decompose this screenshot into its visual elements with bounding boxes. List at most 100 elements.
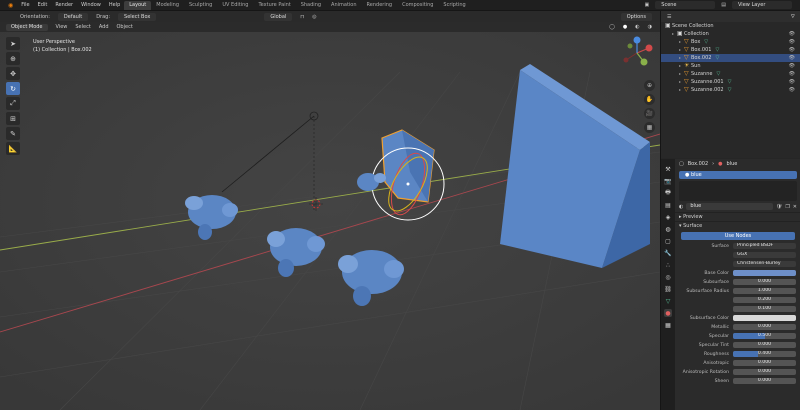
- view-layer-field[interactable]: View Layer: [732, 1, 792, 9]
- mode-dropdown[interactable]: Object Mode: [6, 23, 48, 31]
- tab-layout[interactable]: Layout: [124, 0, 152, 10]
- property-slider[interactable]: 0.000: [733, 323, 796, 331]
- property-slider[interactable]: 1.000: [733, 287, 796, 295]
- property-slider[interactable]: 0.100: [733, 305, 796, 313]
- tool-tab-icon[interactable]: ⚒: [664, 165, 672, 173]
- duplicate-material-icon[interactable]: ❐: [785, 204, 789, 210]
- unlink-material-icon[interactable]: ✕: [793, 204, 797, 210]
- scale-tool-icon[interactable]: ⤢: [6, 97, 20, 110]
- visibility-eye-icon[interactable]: 👁: [789, 62, 795, 70]
- perspective-toggle-icon[interactable]: ▦: [644, 122, 655, 133]
- tab-rendering[interactable]: Rendering: [362, 1, 398, 10]
- property-slider[interactable]: 0.000: [733, 368, 796, 376]
- material-name-field[interactable]: blue: [686, 203, 773, 210]
- view-layer-tab-icon[interactable]: ▤: [664, 201, 672, 209]
- outliner-item[interactable]: ▸ ▣ Collection 👁: [661, 30, 800, 38]
- transform-orientation-dropdown[interactable]: Global: [264, 12, 293, 21]
- visibility-eye-icon[interactable]: 👁: [789, 78, 795, 86]
- outliner-item[interactable]: ▸ ☀ Sun 👁: [661, 62, 800, 70]
- tab-compositing[interactable]: Compositing: [397, 1, 438, 10]
- material-slot[interactable]: ● blue: [679, 171, 797, 179]
- property-slider[interactable]: 0.000: [733, 341, 796, 349]
- property-slider[interactable]: 0.200: [733, 296, 796, 304]
- tab-texture-paint[interactable]: Texture Paint: [253, 1, 295, 10]
- filter-icon[interactable]: ⛛: [791, 14, 795, 20]
- drag-dropdown[interactable]: Select Box: [118, 12, 157, 21]
- outliner-item[interactable]: ▸ ▽ Box ▽ 👁: [661, 38, 800, 46]
- annotate-tool-icon[interactable]: ✎: [6, 127, 20, 140]
- material-tab-icon[interactable]: ●: [664, 309, 672, 317]
- visibility-eye-icon[interactable]: 👁: [789, 38, 795, 46]
- blender-logo-icon[interactable]: ◉: [4, 2, 17, 9]
- zoom-icon[interactable]: ⊕: [644, 80, 655, 91]
- output-tab-icon[interactable]: 🖶: [664, 189, 672, 197]
- tab-scripting[interactable]: Scripting: [438, 1, 470, 10]
- outliner-item[interactable]: ▸ ▽ Box.002 ▽ 👁: [661, 54, 800, 62]
- property-dropdown[interactable]: Principled BSDF: [733, 242, 796, 250]
- menu-file[interactable]: File: [17, 2, 33, 8]
- menu-render[interactable]: Render: [51, 2, 77, 8]
- menu-help[interactable]: Help: [105, 2, 124, 8]
- constraints-tab-icon[interactable]: ⛓: [664, 285, 672, 293]
- shading-rendered-icon[interactable]: ◑: [648, 24, 652, 30]
- tab-shading[interactable]: Shading: [296, 1, 326, 10]
- menu-select[interactable]: Select: [75, 24, 90, 30]
- visibility-eye-icon[interactable]: 👁: [789, 54, 795, 62]
- world-tab-icon[interactable]: ◍: [664, 225, 672, 233]
- measure-tool-icon[interactable]: 📐: [6, 142, 20, 155]
- outliner-scene-collection[interactable]: ▣ Scene Collection: [661, 22, 800, 30]
- visibility-eye-icon[interactable]: 👁: [789, 70, 795, 78]
- navigation-gizmo[interactable]: [620, 36, 654, 70]
- property-slider[interactable]: 0.000: [733, 377, 796, 385]
- property-slider[interactable]: 0.400: [733, 350, 796, 358]
- outliner-item[interactable]: ▸ ▽ Suzanne.002 ▽ 👁: [661, 86, 800, 94]
- proportional-edit-icon[interactable]: ◎: [312, 14, 316, 20]
- outliner-item[interactable]: ▸ ▽ Suzanne ▽ 👁: [661, 70, 800, 78]
- color-swatch[interactable]: [733, 314, 796, 322]
- use-nodes-button[interactable]: Use Nodes: [681, 232, 795, 240]
- menu-add[interactable]: Add: [99, 24, 109, 30]
- color-swatch[interactable]: [733, 269, 796, 277]
- tab-animation[interactable]: Animation: [326, 1, 362, 10]
- render-tab-icon[interactable]: 📷: [664, 177, 672, 185]
- data-tab-icon[interactable]: ▽: [664, 297, 672, 305]
- outliner-display-icon[interactable]: ☰: [667, 14, 671, 20]
- modifier-tab-icon[interactable]: 🔧: [664, 249, 672, 257]
- menu-view[interactable]: View: [56, 24, 68, 30]
- tab-modeling[interactable]: Modeling: [151, 1, 184, 10]
- scene-field[interactable]: Scene: [655, 1, 716, 9]
- scene-tab-icon[interactable]: ◈: [664, 213, 672, 221]
- material-slot-list[interactable]: [679, 181, 797, 201]
- transform-tool-icon[interactable]: ⊞: [6, 112, 20, 125]
- fake-user-icon[interactable]: 🛡: [776, 204, 782, 210]
- particles-tab-icon[interactable]: ∴: [664, 261, 672, 269]
- menu-object[interactable]: Object: [117, 24, 133, 30]
- select-tool-icon[interactable]: ➤: [6, 37, 20, 50]
- tab-sculpting[interactable]: Sculpting: [184, 1, 217, 10]
- property-slider[interactable]: 0.500: [733, 332, 796, 340]
- property-dropdown[interactable]: Christensen-Burley: [733, 260, 796, 268]
- snap-icon[interactable]: ⊓: [300, 14, 304, 20]
- pan-icon[interactable]: ✋: [644, 94, 655, 105]
- object-tab-icon[interactable]: ▢: [664, 237, 672, 245]
- surface-section[interactable]: ▾ Surface: [675, 221, 800, 230]
- outliner-item[interactable]: ▸ ▽ Suzanne.001 ▽ 👁: [661, 78, 800, 86]
- options-dropdown[interactable]: Options: [620, 12, 652, 21]
- texture-tab-icon[interactable]: ▦: [664, 321, 672, 329]
- camera-view-icon[interactable]: 🎥: [644, 108, 655, 119]
- visibility-eye-icon[interactable]: 👁: [789, 46, 795, 54]
- shading-solid-icon[interactable]: ●: [623, 24, 627, 30]
- physics-tab-icon[interactable]: ◎: [664, 273, 672, 281]
- property-slider[interactable]: 0.000: [733, 359, 796, 367]
- visibility-eye-icon[interactable]: 👁: [789, 30, 795, 38]
- shading-material-icon[interactable]: ◐: [635, 24, 639, 30]
- outliner-item[interactable]: ▸ ▽ Box.001 ▽ 👁: [661, 46, 800, 54]
- rotate-tool-icon[interactable]: ↻: [6, 82, 20, 95]
- tab-uv-editing[interactable]: UV Editing: [217, 1, 253, 10]
- menu-edit[interactable]: Edit: [34, 2, 52, 8]
- 3d-viewport[interactable]: [0, 32, 660, 410]
- shading-wireframe-icon[interactable]: ◯: [609, 24, 615, 30]
- preview-section[interactable]: ▸ Preview: [675, 212, 800, 221]
- browse-material-icon[interactable]: ◐: [679, 204, 683, 210]
- property-slider[interactable]: 0.000: [733, 278, 796, 286]
